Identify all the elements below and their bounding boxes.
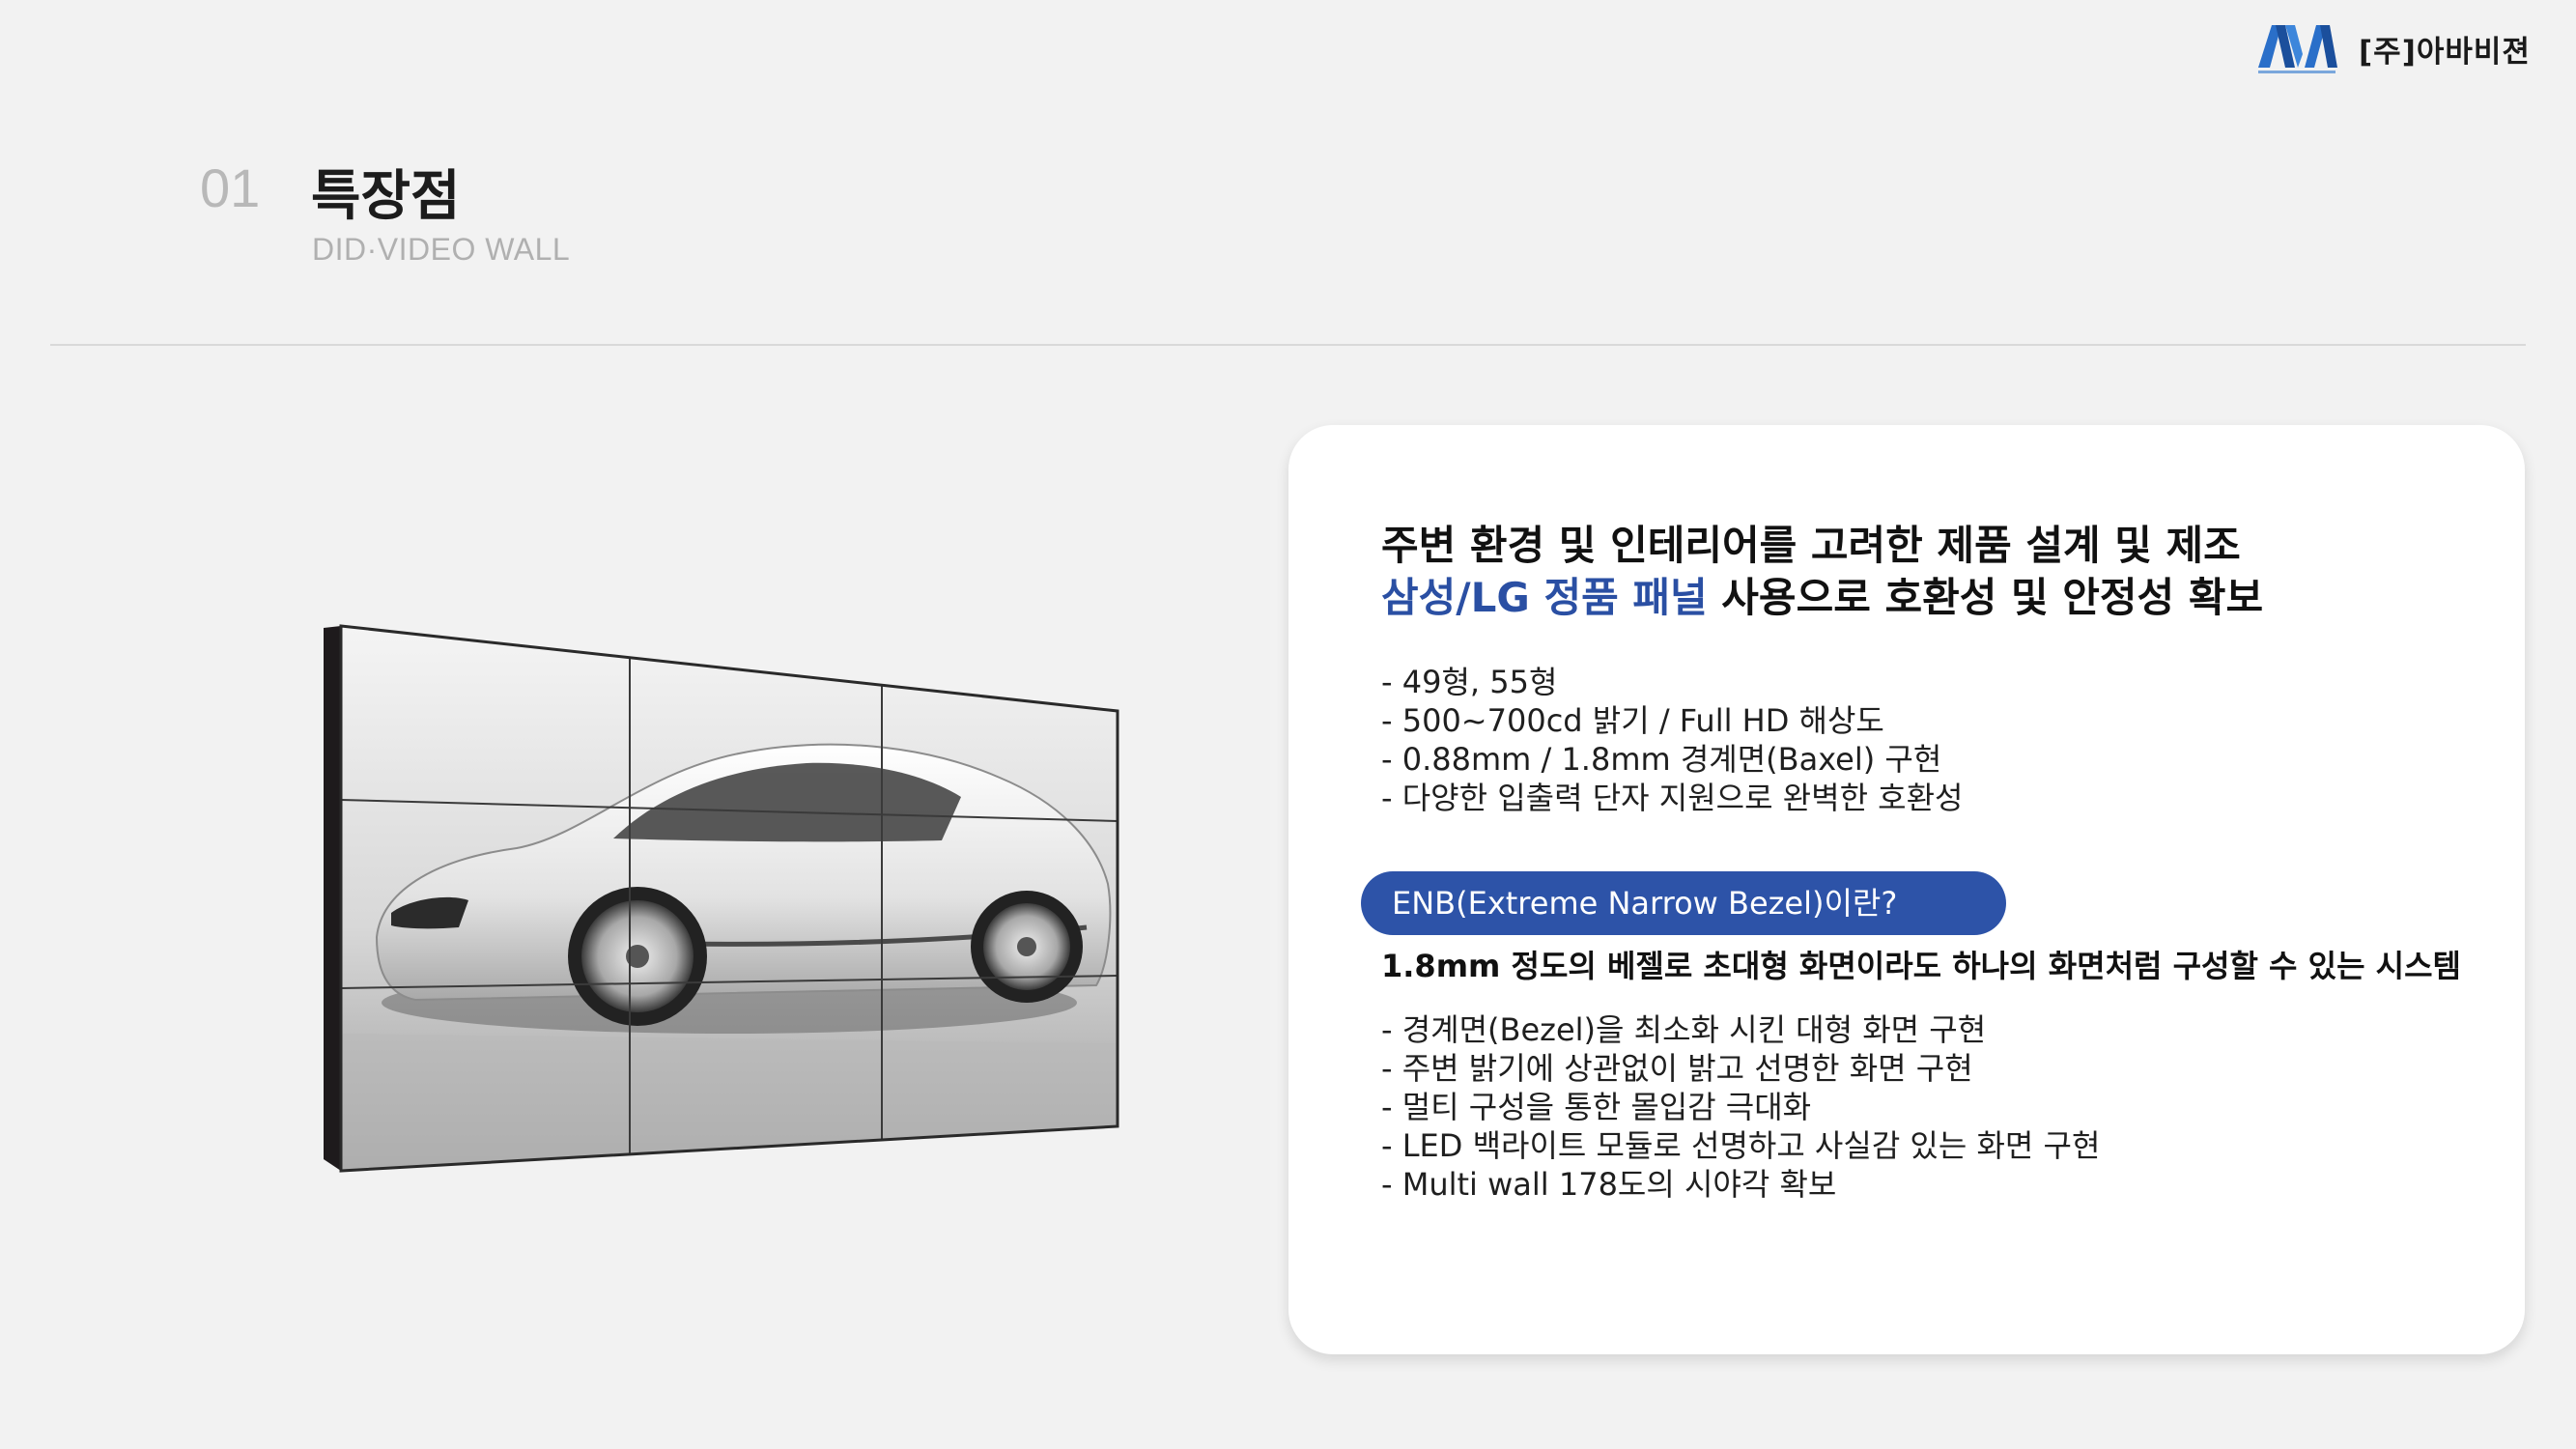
headline-line-2: 삼성/LG 정품 패널 사용으로 호환성 및 안정성 확보 (1381, 572, 2263, 624)
header-divider (50, 344, 2526, 346)
section-number: 01 (200, 157, 261, 218)
enb-description: 1.8mm 정도의 베젤로 초대형 화면이라도 하나의 화면처럼 구성할 수 있… (1381, 948, 2461, 984)
list-item: - 0.88mm / 1.8mm 경계면(Baxel) 구현 (1381, 741, 1942, 778)
page-subtitle: DID·VIDEO WALL (312, 232, 571, 267)
list-item: - 다양한 입출력 단자 지원으로 완벽한 호환성 (1381, 780, 1964, 816)
list-item: - 경계면(Bezel)을 최소화 시킨 대형 화면 구현 (1381, 1011, 1987, 1048)
company-name: [주]아바비젼 (2359, 34, 2531, 70)
feature-card: 주변 환경 및 인테리어를 고려한 제품 설계 및 제조 삼성/LG 정품 패널… (1288, 425, 2525, 1354)
spec-list: - 49형, 55형 - 500~700cd 밝기 / Full HD 해상도 … (1381, 663, 1964, 817)
enb-pill-label: ENB(Extreme Narrow Bezel)이란? (1361, 871, 2006, 935)
list-item: - 500~700cd 밝기 / Full HD 해상도 (1381, 702, 1884, 739)
list-item: - 49형, 55형 (1381, 664, 1558, 700)
list-item: - LED 백라이트 모듈로 선명하고 사실감 있는 화면 구현 (1381, 1127, 2101, 1164)
card-headline: 주변 환경 및 인테리어를 고려한 제품 설계 및 제조 삼성/LG 정품 패널… (1381, 520, 2263, 624)
page-title: 특장점 (311, 165, 461, 228)
headline-line-1: 주변 환경 및 인테리어를 고려한 제품 설계 및 제조 (1381, 522, 2241, 569)
feature-list: - 경계면(Bezel)을 최소화 시킨 대형 화면 구현 - 주변 밝기에 상… (1381, 1010, 2100, 1204)
headline-accent: 삼성/LG 정품 패널 (1381, 574, 1708, 621)
list-item: - Multi wall 178도의 시야각 확보 (1381, 1166, 1837, 1203)
list-item: - 멀티 구성을 통한 몰입감 극대화 (1381, 1089, 1812, 1125)
ava-logo-icon (2258, 25, 2337, 73)
list-item: - 주변 밝기에 상관없이 밝고 선명한 화면 구현 (1381, 1050, 1973, 1087)
headline-rest: 사용으로 호환성 및 안정성 확보 (1707, 574, 2264, 621)
company-logo: [주]아바비젼 (2256, 21, 2531, 75)
video-wall-image (324, 624, 1119, 1173)
